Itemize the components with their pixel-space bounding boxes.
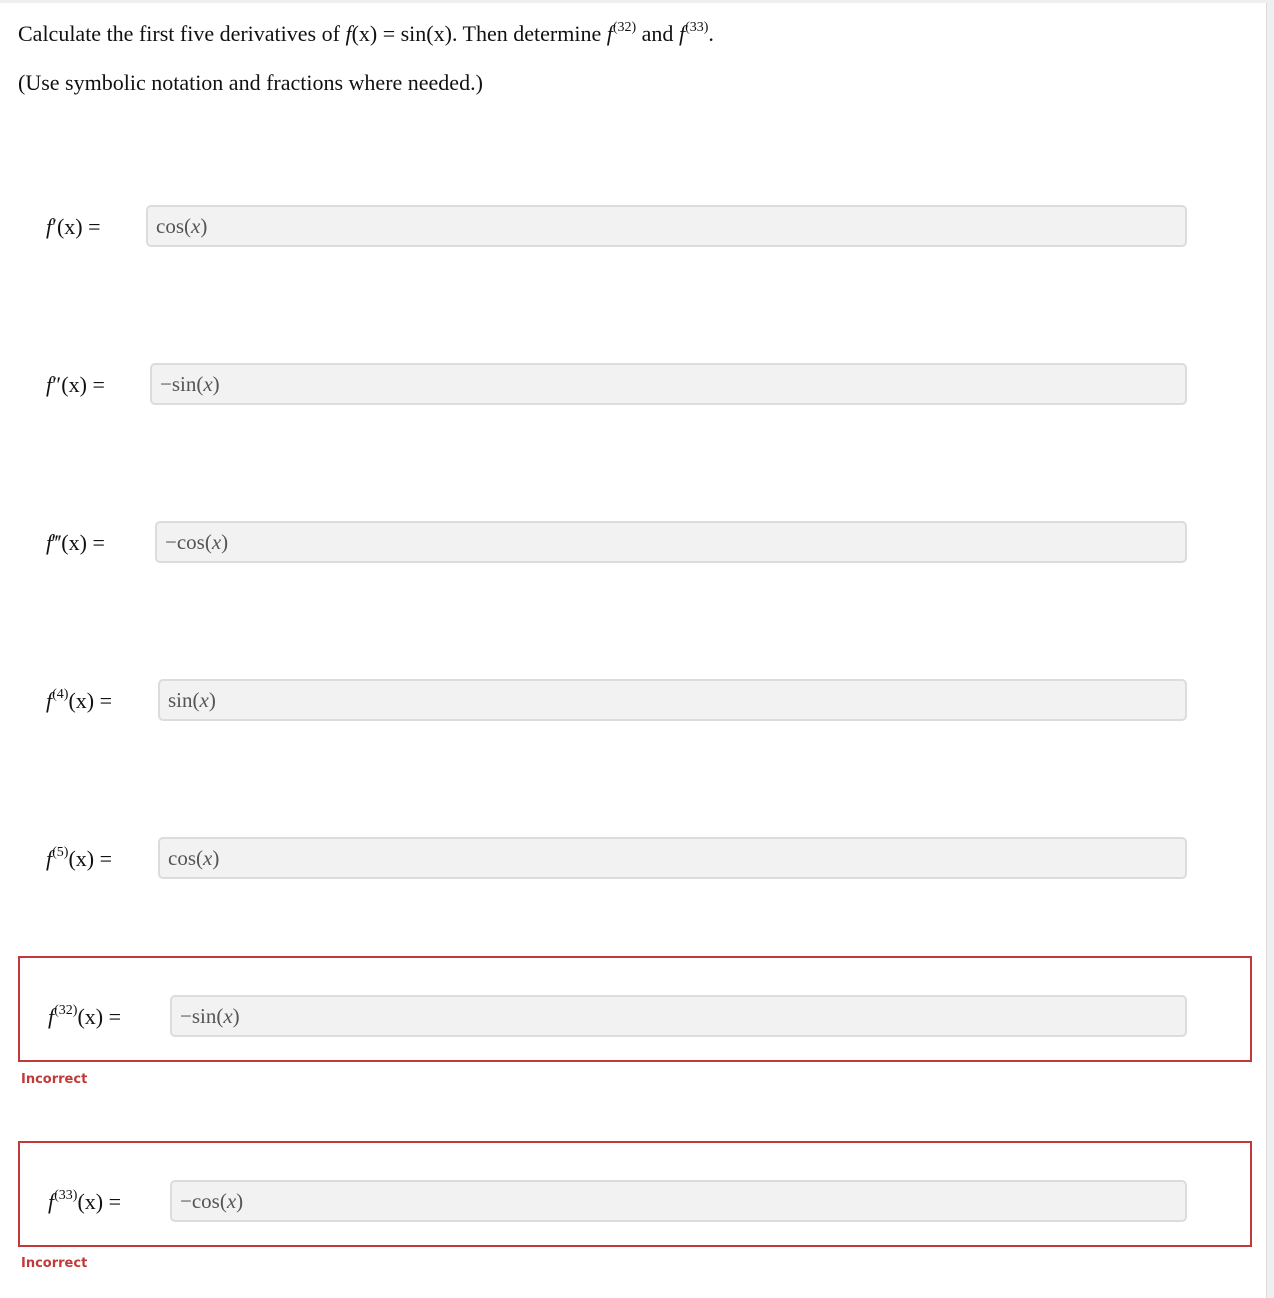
- answer-row-2: f″(x) = −sin(x): [0, 363, 1266, 407]
- prompt-text: Calculate the first five derivatives of: [18, 21, 346, 46]
- answer-row-5: f(5)(x) = cos(x): [0, 837, 1266, 881]
- incorrect-feedback: Incorrect: [21, 1072, 88, 1087]
- answer-row-4: f(4)(x) = sin(x): [0, 679, 1266, 723]
- prompt-func-arg: (x) = sin(x). Then determine: [351, 21, 607, 46]
- answer-field-f2[interactable]: −sin(x): [150, 363, 1187, 405]
- answer-label: f‴(x) =: [46, 530, 105, 555]
- answer-label: f′(x) =: [46, 214, 101, 239]
- answer-field-f33[interactable]: −cos(x): [170, 1180, 1187, 1222]
- prompt-note: (Use symbolic notation and fractions whe…: [18, 70, 483, 95]
- incorrect-feedback: Incorrect: [21, 1256, 88, 1271]
- answer-label: f(32)(x) =: [48, 1003, 122, 1029]
- answer-field-f3[interactable]: −cos(x): [155, 521, 1187, 563]
- answer-row-3: f‴(x) = −cos(x): [0, 521, 1266, 565]
- question-prompt: Calculate the first five derivatives of …: [18, 19, 714, 95]
- answer-row-33: f(33)(x) = −cos(x): [0, 1180, 1266, 1224]
- prompt-conj: and: [636, 21, 679, 46]
- answer-label: f(5)(x) =: [46, 845, 113, 871]
- answer-label: f(33)(x) =: [48, 1188, 122, 1214]
- answer-row-32: f(32)(x) = −sin(x): [0, 995, 1266, 1039]
- answer-field-f32[interactable]: −sin(x): [170, 995, 1187, 1037]
- answer-row-1: f′(x) = cos(x): [0, 205, 1266, 249]
- answer-field-f1[interactable]: cos(x): [146, 205, 1187, 247]
- answer-label: f″(x) =: [46, 372, 105, 397]
- answer-label: f(4)(x) =: [46, 687, 113, 713]
- answer-field-f5[interactable]: cos(x): [158, 837, 1187, 879]
- prompt-func: f: [606, 21, 613, 46]
- prompt-order-32: (32): [612, 20, 637, 35]
- answer-field-f4[interactable]: sin(x): [158, 679, 1187, 721]
- prompt-order-33: (33): [685, 20, 709, 35]
- question-page: Calculate the first five derivatives of …: [0, 3, 1267, 1298]
- prompt-end: .: [708, 21, 714, 46]
